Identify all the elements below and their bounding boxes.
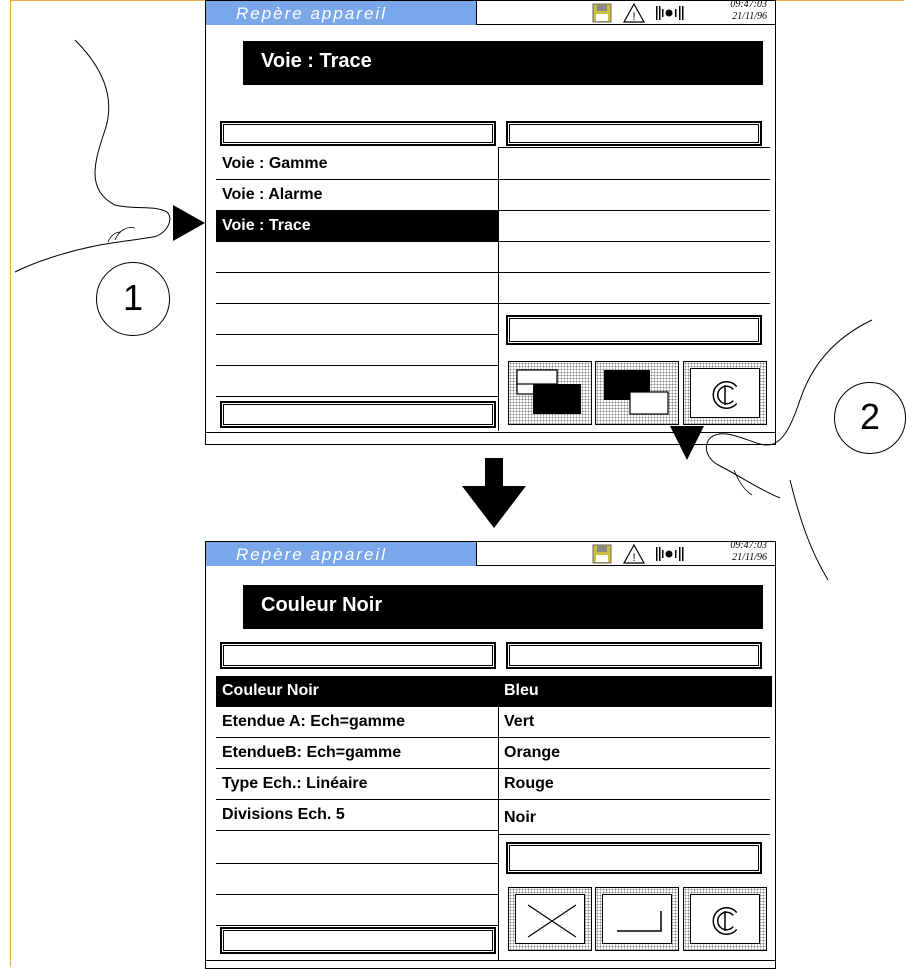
button-face — [690, 894, 760, 944]
page-forward-icon — [604, 370, 669, 415]
option-couleur[interactable]: Couleur Noir — [216, 676, 498, 707]
callout-2-label: 2 — [859, 396, 881, 437]
right-row — [498, 211, 770, 242]
header-bar: Couleur Noir — [243, 585, 763, 629]
menu-item-empty[interactable] — [216, 366, 498, 397]
screen-channel-menu: Repère appareil ! 09:47:03 21/11/96 Voie… — [205, 0, 776, 445]
title-bar: Repère appareil — [206, 542, 476, 566]
menu-item-empty[interactable] — [216, 304, 498, 335]
signal-bars-icon — [656, 6, 684, 20]
menu-item-empty[interactable] — [216, 242, 498, 273]
option-empty[interactable] — [216, 895, 498, 926]
option-empty[interactable] — [216, 831, 498, 864]
date-text: 21/11/96 — [732, 552, 767, 563]
right-row — [498, 180, 770, 211]
pointer-arrow-down-icon — [670, 426, 704, 460]
enter-icon — [617, 911, 662, 932]
page-back-icon — [516, 369, 581, 414]
header-title: Couleur Noir — [261, 594, 383, 616]
callout-1-label: 1 — [122, 277, 144, 318]
right-top-field — [506, 121, 762, 146]
header-bar: Voie : Trace — [243, 41, 763, 85]
right-row — [498, 149, 770, 180]
right-top-field — [506, 642, 762, 669]
menu-item-empty[interactable] — [216, 335, 498, 366]
cancel-x-icon — [527, 904, 577, 938]
status-bar: ! 09:47:03 21/11/96 — [476, 540, 775, 566]
left-top-field — [220, 642, 496, 669]
pointer-arrow-icon — [173, 205, 205, 241]
color-choice-rouge[interactable]: Rouge — [498, 769, 770, 800]
divider — [498, 147, 770, 148]
option-empty[interactable] — [216, 864, 498, 895]
floppy-disk-icon — [592, 3, 612, 23]
left-bottom-field — [220, 401, 496, 428]
screen-color-menu: Repère appareil ! 09:47:03 21/11/96 Coul… — [205, 540, 776, 969]
clock: 09:47:03 21/11/96 — [730, 0, 767, 23]
callout-step-2: 2 — [834, 382, 906, 454]
color-choice-vert[interactable]: Vert — [498, 707, 770, 738]
warning-triangle-icon: ! — [622, 2, 646, 23]
right-row — [498, 273, 770, 304]
option-divisions[interactable]: Divisions Ech. 5 — [216, 800, 498, 831]
color-choice-noir[interactable]: Noir — [498, 800, 770, 835]
title-bar: Repère appareil — [206, 1, 476, 25]
hand-pointer-icon — [14, 39, 171, 273]
warning-triangle-icon: ! — [622, 543, 646, 564]
time-text: 09:47:03 — [730, 0, 767, 10]
menu-item-empty[interactable] — [216, 273, 498, 304]
option-etendue-b[interactable]: EtendueB: Ech=gamme — [216, 738, 498, 769]
callout-step-1: 1 — [96, 262, 170, 336]
app-title: Repère appareil — [236, 545, 387, 564]
page-forward-button[interactable] — [595, 361, 679, 425]
page-back-button[interactable] — [508, 361, 592, 425]
copyright-button[interactable] — [683, 887, 767, 951]
svg-text:!: ! — [632, 11, 635, 23]
cancel-button[interactable] — [508, 887, 592, 951]
menu-item-alarme[interactable]: Voie : Alarme — [216, 180, 498, 211]
bottom-line — [206, 960, 775, 961]
app-title: Repère appareil — [236, 4, 387, 23]
floppy-disk-icon — [592, 544, 612, 564]
button-face — [515, 894, 585, 944]
header-title: Voie : Trace — [261, 50, 372, 72]
right-mid-field — [506, 842, 762, 874]
status-bar: ! 09:47:03 21/11/96 — [476, 0, 775, 25]
signal-bars-icon — [656, 547, 684, 561]
option-type-ech[interactable]: Type Ech.: Linéaire — [216, 769, 498, 800]
menu-item-gamme[interactable]: Voie : Gamme — [216, 149, 498, 180]
left-bottom-field — [220, 927, 496, 954]
option-etendue-a[interactable]: Etendue A: Ech=gamme — [216, 707, 498, 738]
color-choice-orange[interactable]: Orange — [498, 738, 770, 769]
clock: 09:47:03 21/11/96 — [730, 540, 767, 564]
button-face — [602, 894, 672, 944]
right-row — [498, 242, 770, 273]
menu-item-trace[interactable]: Voie : Trace — [216, 211, 498, 242]
svg-text:!: ! — [632, 552, 635, 564]
down-arrow-icon — [462, 458, 526, 528]
enter-button[interactable] — [595, 887, 679, 951]
date-text: 21/11/96 — [732, 11, 767, 22]
color-choice-bleu[interactable]: Bleu — [498, 676, 772, 707]
copyright-c-icon — [712, 907, 738, 935]
left-top-field — [220, 121, 496, 146]
time-text: 09:47:03 — [730, 540, 767, 551]
